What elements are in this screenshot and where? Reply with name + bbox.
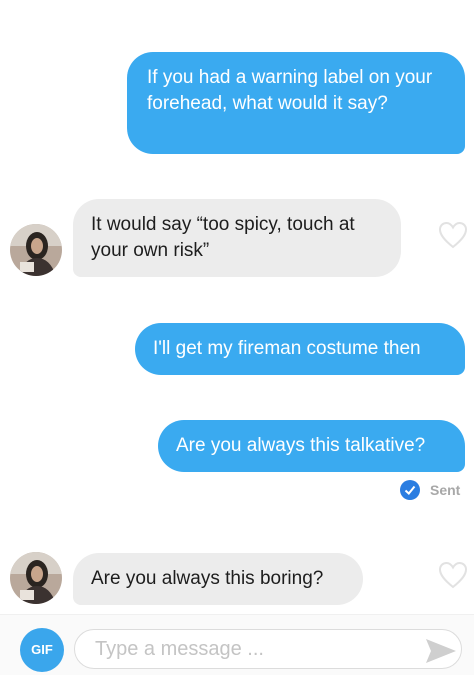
message-input[interactable]	[74, 629, 462, 669]
incoming-message-bubble[interactable]: Are you always this boring?	[73, 553, 363, 605]
status-label: Sent	[430, 482, 461, 498]
outgoing-message-bubble[interactable]: I'll get my fireman costume then	[135, 323, 465, 375]
match-avatar[interactable]	[10, 224, 62, 276]
message-status: Sent	[400, 480, 460, 500]
heart-outline-icon[interactable]	[438, 221, 468, 249]
outgoing-message-bubble[interactable]: If you had a warning label on your foreh…	[127, 52, 465, 154]
match-avatar[interactable]	[10, 552, 62, 604]
gif-button-label: GIF	[31, 642, 53, 657]
gif-button[interactable]: GIF	[20, 628, 64, 672]
message-text: Are you always this talkative?	[176, 435, 426, 456]
message-text: It would say “too spicy, touch at your o…	[91, 214, 355, 261]
message-text: I'll get my fireman costume then	[153, 338, 421, 359]
send-arrow-icon[interactable]	[424, 637, 458, 665]
outgoing-message-bubble[interactable]: Are you always this talkative?	[158, 420, 465, 472]
message-composer: GIF	[0, 614, 474, 675]
incoming-message-bubble[interactable]: It would say “too spicy, touch at your o…	[73, 199, 401, 277]
message-text: Are you always this boring?	[91, 568, 324, 589]
message-text: If you had a warning label on your foreh…	[147, 67, 433, 114]
heart-outline-icon[interactable]	[438, 561, 468, 589]
blue-checkmark-icon	[400, 480, 420, 500]
